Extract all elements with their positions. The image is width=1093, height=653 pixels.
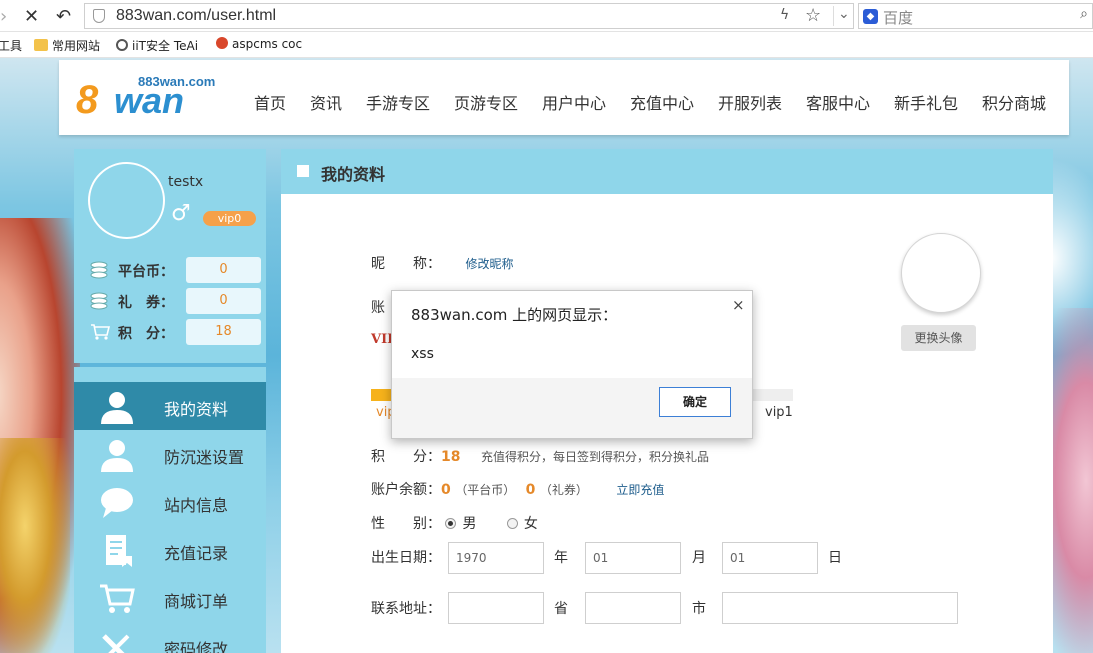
nav-customer-service[interactable]: 客服中心 xyxy=(806,90,870,114)
coins-icon xyxy=(90,292,108,310)
nav-home[interactable]: 首页 xyxy=(254,90,286,114)
user-icon xyxy=(101,440,133,472)
sidebar-item-change-password[interactable]: 密码修改 xyxy=(74,622,266,653)
sidebar-item-recharge-records[interactable]: 充值记录 xyxy=(74,526,266,574)
account-row: 账 xyxy=(371,300,385,316)
close-icon[interactable]: × xyxy=(732,296,745,314)
nav-newbie-gift[interactable]: 新手礼包 xyxy=(894,90,958,114)
edit-nickname-link[interactable]: 修改昵称 xyxy=(465,257,513,271)
address-city-field[interactable] xyxy=(585,592,681,624)
male-icon: ♂ xyxy=(171,201,191,226)
user-card: testx ♂ vip0 平台币： 0 礼 券： 0 积 分： 18 xyxy=(74,149,266,363)
cart-icon xyxy=(100,584,135,613)
sidebar-menu: 我的资料 防沉迷设置 站内信息 充值记录 商城订单 密码修改 xyxy=(74,367,266,653)
panel-header: 我的资料 xyxy=(281,149,1053,194)
bookmarks-bar: 工具 常用网站 iiT安全 TeAi aspcms coc xyxy=(0,32,1093,58)
stop-icon[interactable]: ✕ xyxy=(24,6,39,27)
gender-female-radio[interactable] xyxy=(506,518,518,529)
address-bar[interactable]: 883wan.com/user.html ϟ ☆ ⌄ xyxy=(84,3,854,29)
chat-bubble-icon xyxy=(101,488,133,518)
recharge-now-link[interactable]: 立即充值 xyxy=(616,483,664,497)
cart-icon xyxy=(91,324,110,340)
nav-points-mall[interactable]: 积分商城 xyxy=(982,90,1046,114)
username: testx xyxy=(168,174,204,190)
shield-icon xyxy=(93,9,105,23)
square-icon xyxy=(297,165,309,177)
points-value: 18 xyxy=(441,449,461,465)
nav-web-games[interactable]: 页游专区 xyxy=(454,90,518,114)
address-province-field[interactable] xyxy=(448,592,544,624)
sidebar-item-messages[interactable]: 站内信息 xyxy=(74,478,266,526)
sidebar-item-my-profile[interactable]: 我的资料 xyxy=(74,382,266,430)
alert-dialog: 883wan.com 上的网页显示： × xss 确定 xyxy=(391,290,753,439)
coins-icon xyxy=(90,261,108,279)
document-icon xyxy=(106,535,132,567)
change-avatar-button[interactable]: 更换头像 xyxy=(901,325,976,351)
dialog-message: xss xyxy=(411,346,434,362)
address-detail-field[interactable] xyxy=(722,592,958,624)
browser-toolbar: › ✕ ↶ 883wan.com/user.html ϟ ☆ ⌄ ◆ 百度 ⌕ xyxy=(0,0,1093,32)
star-icon[interactable]: ☆ xyxy=(805,5,821,26)
site-header: 883wan.com 8 wan 首页 资讯 手游专区 页游专区 用户中心 充值… xyxy=(59,60,1069,135)
address-label: 联系地址： xyxy=(371,601,441,617)
points-row: 积 分：18 充值得积分，每日签到得积分，积分换礼品 xyxy=(371,449,709,465)
site-logo[interactable]: 883wan.com 8 wan xyxy=(76,70,215,122)
chevron-down-icon[interactable]: ⌄ xyxy=(833,6,850,26)
points-hint: 充值得积分，每日签到得积分，积分换礼品 xyxy=(480,450,709,464)
site-favicon-icon xyxy=(116,39,128,51)
bolt-icon[interactable]: ϟ xyxy=(780,7,789,23)
vip-end-label: vip1 xyxy=(765,405,793,420)
bookmark-aspcms[interactable]: aspcms coc xyxy=(216,37,302,51)
nav-server-list[interactable]: 开服列表 xyxy=(718,90,782,114)
url-text[interactable]: 883wan.com/user.html xyxy=(116,7,276,25)
search-input[interactable]: ◆ 百度 ⌕ xyxy=(858,3,1093,29)
avatar xyxy=(88,162,165,239)
ok-button[interactable]: 确定 xyxy=(659,387,731,417)
gender-male-radio[interactable] xyxy=(445,518,457,529)
bookmark-iit[interactable]: iiT安全 TeAi xyxy=(116,37,198,54)
birth-month-field[interactable]: 01 xyxy=(585,542,681,574)
balance-coupon-value: 0 xyxy=(525,482,536,498)
wrench-icon xyxy=(102,634,130,653)
birthdate-label: 出生日期： xyxy=(371,550,441,566)
bookmark-tools[interactable]: 工具 xyxy=(0,37,22,54)
user-icon xyxy=(101,392,133,424)
nav-mobile-games[interactable]: 手游专区 xyxy=(366,90,430,114)
baidu-paw-icon: ◆ xyxy=(863,9,878,24)
nav-user-center[interactable]: 用户中心 xyxy=(542,90,606,114)
folder-icon xyxy=(34,39,48,51)
balance-platform-value: 0 xyxy=(441,482,451,498)
stat-value: 0 xyxy=(186,257,261,283)
profile-avatar xyxy=(901,233,981,313)
search-icon[interactable]: ⌕ xyxy=(1080,6,1088,22)
forward-icon[interactable]: › xyxy=(0,6,7,27)
dialog-title: 883wan.com 上的网页显示： xyxy=(411,306,618,324)
vip-badge: vip0 xyxy=(203,211,256,226)
nav-recharge-center[interactable]: 充值中心 xyxy=(630,90,694,114)
stat-value: 0 xyxy=(186,288,261,314)
stat-value: 18 xyxy=(186,319,261,345)
search-placeholder: 百度 xyxy=(883,9,914,27)
back-undo-icon[interactable]: ↶ xyxy=(56,6,71,27)
page-title: 我的资料 xyxy=(321,165,386,184)
nickname-row: 昵 称： 修改昵称 xyxy=(371,256,514,272)
gender-row: 性 别： 男 女 xyxy=(371,516,538,532)
bookmark-common-sites[interactable]: 常用网站 xyxy=(34,37,100,54)
sidebar-item-anti-addiction[interactable]: 防沉迷设置 xyxy=(74,430,266,478)
birth-year-field[interactable]: 1970 xyxy=(448,542,544,574)
nav-news[interactable]: 资讯 xyxy=(310,90,342,114)
site-favicon-icon xyxy=(216,37,228,49)
vip-progress-fill xyxy=(371,389,393,401)
sidebar-item-mall-orders[interactable]: 商城订单 xyxy=(74,574,266,622)
birth-day-field[interactable]: 01 xyxy=(722,542,818,574)
balance-row: 账户余额：0 （平台币） 0 （礼券） 立即充值 xyxy=(371,482,665,498)
